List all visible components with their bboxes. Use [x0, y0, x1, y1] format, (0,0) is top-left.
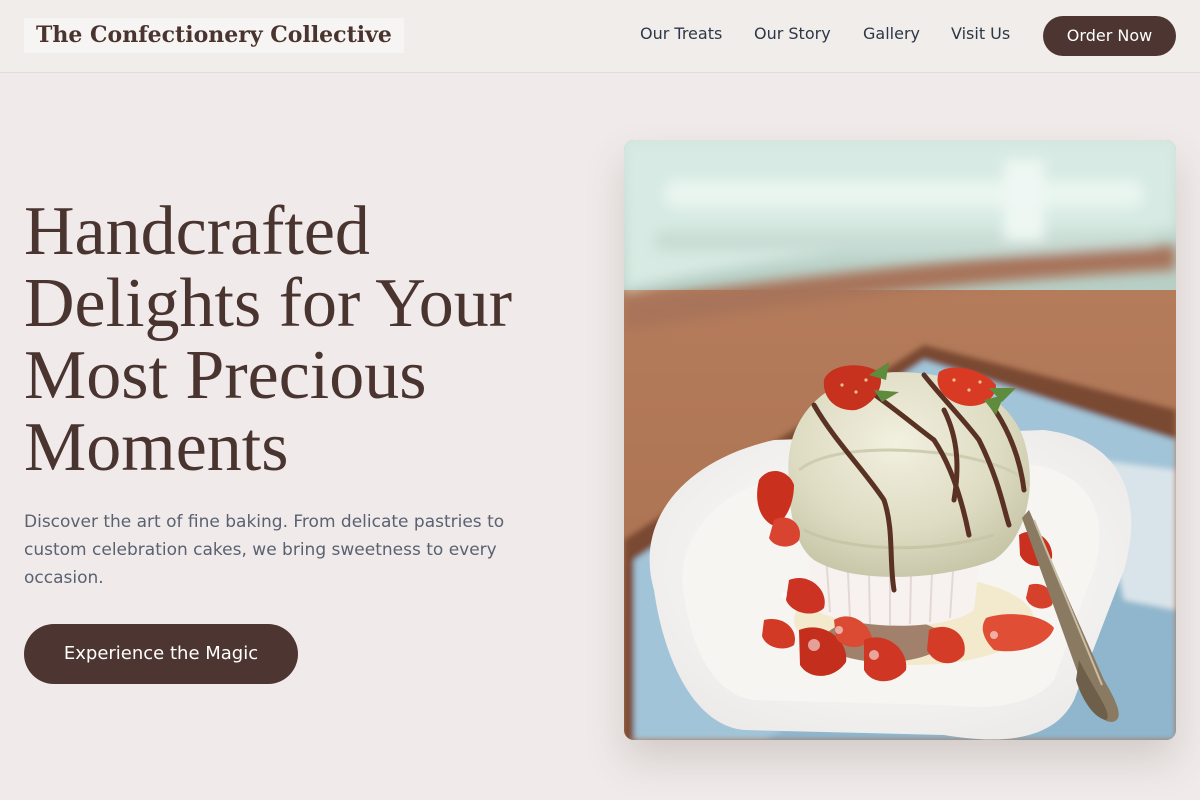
hero-title-line: Delights for Your: [24, 265, 513, 342]
site-header: The Confectionery Collective Our Treats …: [0, 0, 1200, 73]
hero-title-line: Handcrafted: [24, 193, 370, 270]
nav-link-our-treats[interactable]: Our Treats: [640, 24, 722, 44]
nav-link-our-story[interactable]: Our Story: [754, 24, 831, 44]
order-now-button[interactable]: Order Now: [1043, 16, 1176, 56]
hero-dessert-image: [624, 140, 1176, 740]
hero-title: Handcrafted Delights for Your Most Preci…: [24, 196, 584, 484]
experience-magic-button[interactable]: Experience the Magic: [24, 624, 298, 684]
nav-link-visit-us[interactable]: Visit Us: [951, 24, 1010, 44]
hero-title-line: Most Precious: [24, 337, 427, 414]
brand-logo[interactable]: The Confectionery Collective: [24, 18, 404, 53]
hero-title-line: Moments: [24, 409, 289, 486]
nav-link-gallery[interactable]: Gallery: [863, 24, 920, 44]
hero-subtitle: Discover the art of fine baking. From de…: [24, 512, 505, 588]
dessert-illustration: [624, 140, 1176, 740]
